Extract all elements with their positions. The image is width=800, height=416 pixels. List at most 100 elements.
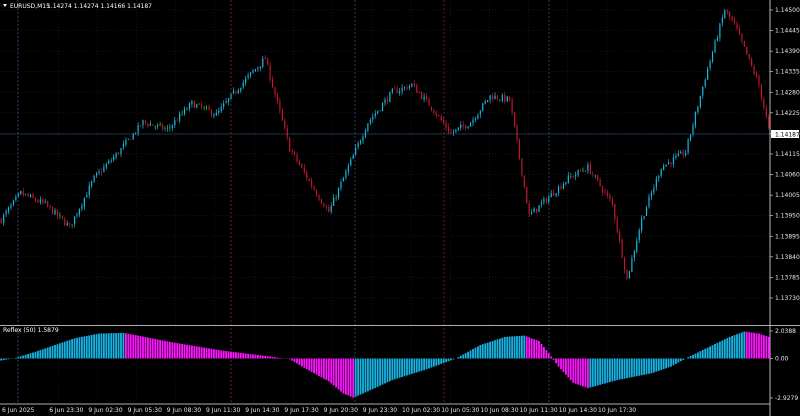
candle-body: [670, 162, 672, 165]
candle-body: [22, 191, 24, 195]
candle-body: [264, 58, 266, 60]
candle-body: [205, 107, 208, 108]
price-tick-label: 1.14280: [775, 89, 800, 96]
candle-body: [333, 197, 335, 206]
candle-body: [330, 205, 332, 212]
candle-body: [540, 202, 543, 205]
time-tick-label: 6 Jun 23:30: [49, 407, 83, 414]
candle-body: [166, 127, 169, 129]
candle-body: [352, 154, 354, 160]
candle-body: [597, 175, 599, 180]
time-tick-label: 9 Jun 02:30: [88, 407, 122, 414]
candle-body: [579, 170, 582, 172]
candle-body: [289, 137, 291, 152]
candle-body: [7, 207, 10, 212]
candle-body: [279, 100, 281, 111]
candle-body: [296, 154, 298, 162]
candle-body: [169, 127, 171, 129]
candle-body: [408, 85, 411, 89]
candle-body: [416, 85, 418, 93]
candle-body: [105, 164, 107, 168]
candle-body: [54, 210, 56, 215]
candle-body: [315, 190, 318, 196]
candle-body: [513, 112, 516, 127]
candle-body: [154, 126, 156, 127]
candle-body: [115, 153, 117, 158]
candle-body: [680, 151, 682, 154]
candle-body: [447, 127, 450, 132]
candle-body: [100, 171, 103, 173]
candle-body: [655, 178, 657, 188]
candle-body: [66, 223, 68, 226]
candle-body: [284, 120, 286, 128]
price-tick-label: 1.14390: [775, 48, 800, 55]
candle-body: [350, 159, 352, 166]
candle-body: [176, 120, 178, 122]
candle-body: [135, 133, 137, 134]
candle-body: [689, 134, 692, 140]
trading-chart[interactable]: EURUSD,M15 1.14274 1.14274 1.14166 1.141…: [0, 0, 800, 416]
candle-body: [577, 170, 579, 176]
chart-background: [0, 0, 800, 416]
candle-body: [731, 16, 733, 21]
price-tick-label: 1.14445: [775, 28, 800, 35]
candle-body: [628, 271, 631, 278]
indicator-tick-label: 2.0388: [775, 328, 796, 335]
candle-body: [746, 46, 748, 55]
candle-body: [367, 123, 369, 131]
candle-body: [276, 94, 279, 102]
candle-body: [631, 258, 633, 272]
candle-body: [355, 147, 357, 155]
candle-body: [252, 70, 254, 73]
candle-body: [709, 60, 711, 69]
candle-body: [423, 96, 425, 100]
candle-body: [144, 120, 147, 123]
candle-body: [484, 101, 486, 104]
candle-body: [230, 93, 232, 99]
candle-body: [440, 115, 442, 121]
candle-body: [460, 124, 462, 129]
current-price-label: 1.14187: [775, 131, 800, 138]
candle-body: [130, 139, 132, 140]
candle-body: [44, 201, 46, 203]
candle-body: [232, 90, 235, 94]
candle-body: [81, 205, 83, 209]
candle-body: [465, 125, 467, 129]
candle-body: [572, 176, 574, 178]
symbol-header[interactable]: EURUSD,M15 1.14274 1.14274 1.14166 1.141…: [3, 3, 152, 10]
candle-body: [213, 115, 215, 116]
candle-body: [765, 108, 767, 118]
candle-body: [281, 110, 283, 121]
candle-body: [191, 100, 193, 105]
candle-body: [325, 206, 327, 208]
candle-body: [73, 216, 76, 225]
candle-body: [491, 95, 494, 100]
candle-body: [741, 33, 743, 42]
candle-body: [455, 129, 457, 132]
candle-body: [462, 124, 464, 127]
candle-body: [548, 196, 550, 203]
candle-body: [152, 124, 154, 126]
candle-body: [335, 197, 337, 199]
price-tick-label: 1.13950: [775, 213, 800, 220]
candle-body: [215, 112, 217, 116]
candle-body: [565, 182, 567, 184]
candle-body: [594, 175, 596, 176]
candle-body: [10, 205, 12, 209]
candle-body: [626, 269, 628, 279]
candle-body: [198, 103, 200, 105]
candle-body: [526, 186, 528, 204]
candle-body: [274, 87, 276, 95]
candle-body: [179, 113, 181, 121]
price-axis[interactable]: 1.14500 1.14445 1.14390 1.14335 1.14280 1.142…: [770, 7, 800, 302]
candle-body: [69, 223, 71, 225]
candle-body: [509, 96, 511, 101]
candle-body: [159, 124, 161, 125]
candle-body: [369, 119, 371, 124]
candle-body: [616, 219, 618, 232]
candle-body: [707, 68, 709, 80]
candle-body: [347, 165, 349, 172]
candle-body: [357, 143, 359, 148]
candle-body: [619, 231, 621, 241]
candle-body: [768, 116, 770, 128]
